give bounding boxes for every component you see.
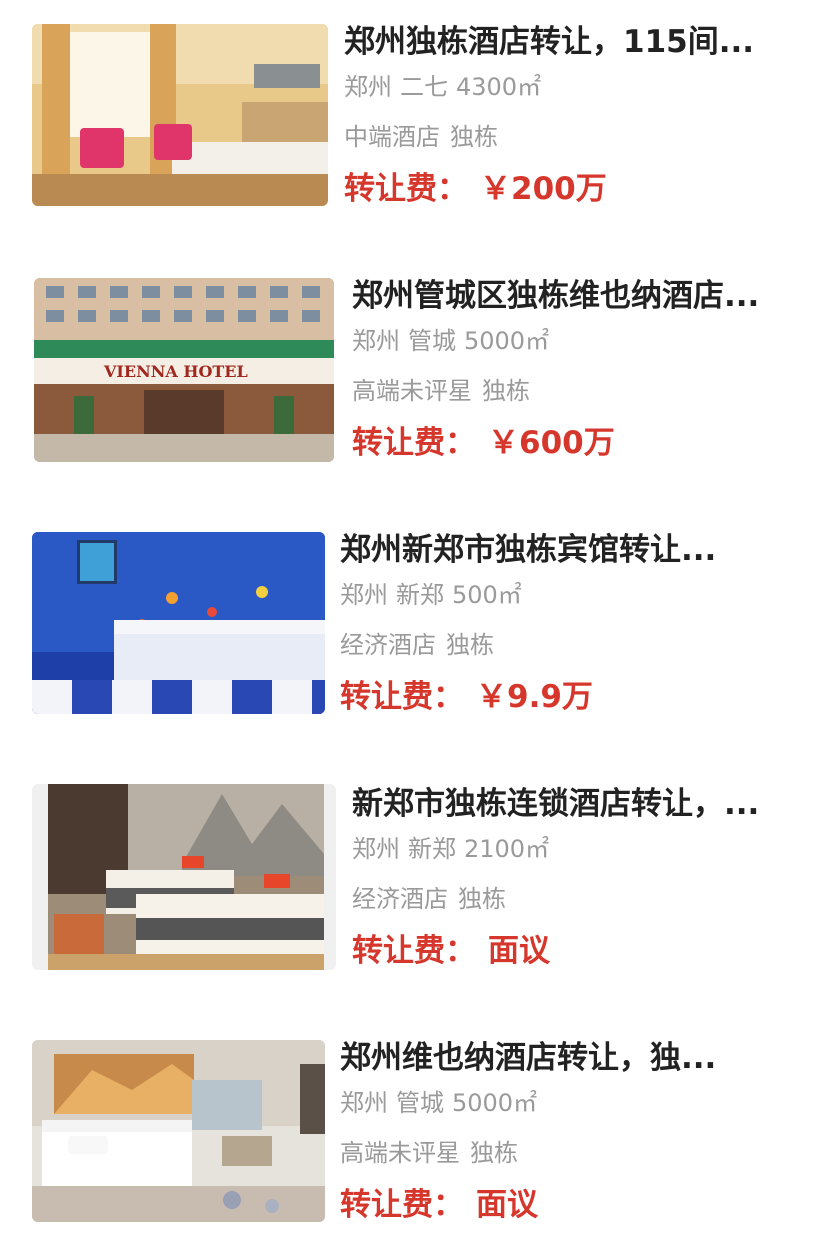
listing-tag-category: 中端酒店	[344, 123, 440, 151]
listing-city: 郑州	[352, 327, 400, 355]
listing-tag-type: 独栋	[482, 377, 530, 405]
price-label: 转让费：	[352, 933, 476, 969]
listing-tag-type: 独栋	[470, 1139, 518, 1167]
listing-info: 郑州管城区独栋维也纳酒店... 郑州 管城 5000㎡ 高端未评星 独栋 转让费： ￥6…	[352, 276, 808, 464]
listing-meta: 郑州 管城 5000㎡	[340, 1086, 808, 1120]
listing-meta: 郑州 新郑 2100㎡	[352, 832, 808, 866]
price-label: 转让费：	[352, 425, 476, 461]
listing-card[interactable]: 郑州维也纳酒店转让，独... 郑州 管城 5000㎡ 高端未评星 独栋 转让费： 面议	[0, 1016, 828, 1250]
listing-tags: 经济酒店 独栋	[352, 882, 808, 916]
listing-price: 转让费： ￥200万	[344, 168, 808, 210]
listing-area: 500㎡	[452, 581, 522, 609]
listing-photo[interactable]	[32, 1040, 325, 1222]
listing-district: 管城	[396, 1089, 444, 1117]
listing-price: 转让费： ￥600万	[352, 422, 808, 464]
listing-tag-category: 高端未评星	[352, 377, 472, 405]
listing-list: 郑州独栋酒店转让，115间... 郑州 二七 4300㎡ 中端酒店 独栋 转让费： ￥2…	[0, 0, 828, 1250]
price-label: 转让费：	[340, 1187, 464, 1223]
price-value: ￥200万	[480, 171, 607, 207]
listing-photo[interactable]	[32, 24, 328, 206]
listing-photo[interactable]	[32, 784, 336, 970]
hotel-sign-text: VIENNA HOTEL	[103, 362, 248, 381]
listing-card[interactable]: VIENNA HOTEL 郑州管城区独栋维也纳酒店... 郑州 管城 5000㎡ 高…	[0, 254, 828, 508]
listing-meta: 郑州 新郑 500㎡	[340, 578, 808, 612]
listing-title[interactable]: 新郑市独栋连锁酒店转让，...	[352, 784, 808, 824]
listing-area: 2100㎡	[464, 835, 550, 863]
listing-info: 郑州维也纳酒店转让，独... 郑州 管城 5000㎡ 高端未评星 独栋 转让费： 面议	[340, 1038, 808, 1226]
listing-area: 5000㎡	[464, 327, 550, 355]
listing-tag-category: 经济酒店	[352, 885, 448, 913]
listing-tags: 高端未评星 独栋	[352, 374, 808, 408]
listing-card[interactable]: 新郑市独栋连锁酒店转让，... 郑州 新郑 2100㎡ 经济酒店 独栋 转让费： 面议	[0, 762, 828, 1016]
listing-price: 转让费： 面议	[340, 1184, 808, 1226]
price-label: 转让费：	[340, 679, 464, 715]
listing-area: 4300㎡	[456, 73, 542, 101]
listing-tag-category: 高端未评星	[340, 1139, 460, 1167]
price-value: ￥600万	[488, 425, 615, 461]
listing-district: 管城	[408, 327, 456, 355]
listing-meta: 郑州 管城 5000㎡	[352, 324, 808, 358]
listing-info: 郑州独栋酒店转让，115间... 郑州 二七 4300㎡ 中端酒店 独栋 转让费： ￥2…	[344, 22, 808, 210]
listing-photo[interactable]: VIENNA HOTEL	[34, 278, 334, 462]
listing-card[interactable]: 郑州新郑市独栋宾馆转让... 郑州 新郑 500㎡ 经济酒店 独栋 转让费： ￥9.9万	[0, 508, 828, 762]
listing-price: 转让费： ￥9.9万	[340, 676, 808, 718]
listing-meta: 郑州 二七 4300㎡	[344, 70, 808, 104]
listing-card[interactable]: 郑州独栋酒店转让，115间... 郑州 二七 4300㎡ 中端酒店 独栋 转让费： ￥2…	[0, 0, 828, 254]
listing-info: 新郑市独栋连锁酒店转让，... 郑州 新郑 2100㎡ 经济酒店 独栋 转让费： 面议	[352, 784, 808, 972]
listing-district: 二七	[400, 73, 448, 101]
listing-photo[interactable]	[32, 532, 325, 714]
price-value: 面议	[488, 933, 550, 969]
listing-tag-type: 独栋	[446, 631, 494, 659]
price-value: ￥9.9万	[476, 679, 593, 715]
listing-city: 郑州	[340, 581, 388, 609]
listing-city: 郑州	[352, 835, 400, 863]
listing-city: 郑州	[344, 73, 392, 101]
listing-district: 新郑	[408, 835, 456, 863]
listing-district: 新郑	[396, 581, 444, 609]
price-label: 转让费：	[344, 171, 468, 207]
listing-title[interactable]: 郑州独栋酒店转让，115间...	[344, 22, 808, 62]
listing-info: 郑州新郑市独栋宾馆转让... 郑州 新郑 500㎡ 经济酒店 独栋 转让费： ￥9.9万	[340, 530, 808, 718]
price-value: 面议	[476, 1187, 538, 1223]
listing-title[interactable]: 郑州新郑市独栋宾馆转让...	[340, 530, 808, 570]
listing-area: 5000㎡	[452, 1089, 538, 1117]
listing-title[interactable]: 郑州维也纳酒店转让，独...	[340, 1038, 808, 1078]
listing-tag-type: 独栋	[450, 123, 498, 151]
listing-city: 郑州	[340, 1089, 388, 1117]
listing-tags: 高端未评星 独栋	[340, 1136, 808, 1170]
listing-price: 转让费： 面议	[352, 930, 808, 972]
listing-tag-type: 独栋	[458, 885, 506, 913]
listing-tags: 经济酒店 独栋	[340, 628, 808, 662]
listing-title[interactable]: 郑州管城区独栋维也纳酒店...	[352, 276, 808, 316]
listing-tags: 中端酒店 独栋	[344, 120, 808, 154]
listing-tag-category: 经济酒店	[340, 631, 436, 659]
